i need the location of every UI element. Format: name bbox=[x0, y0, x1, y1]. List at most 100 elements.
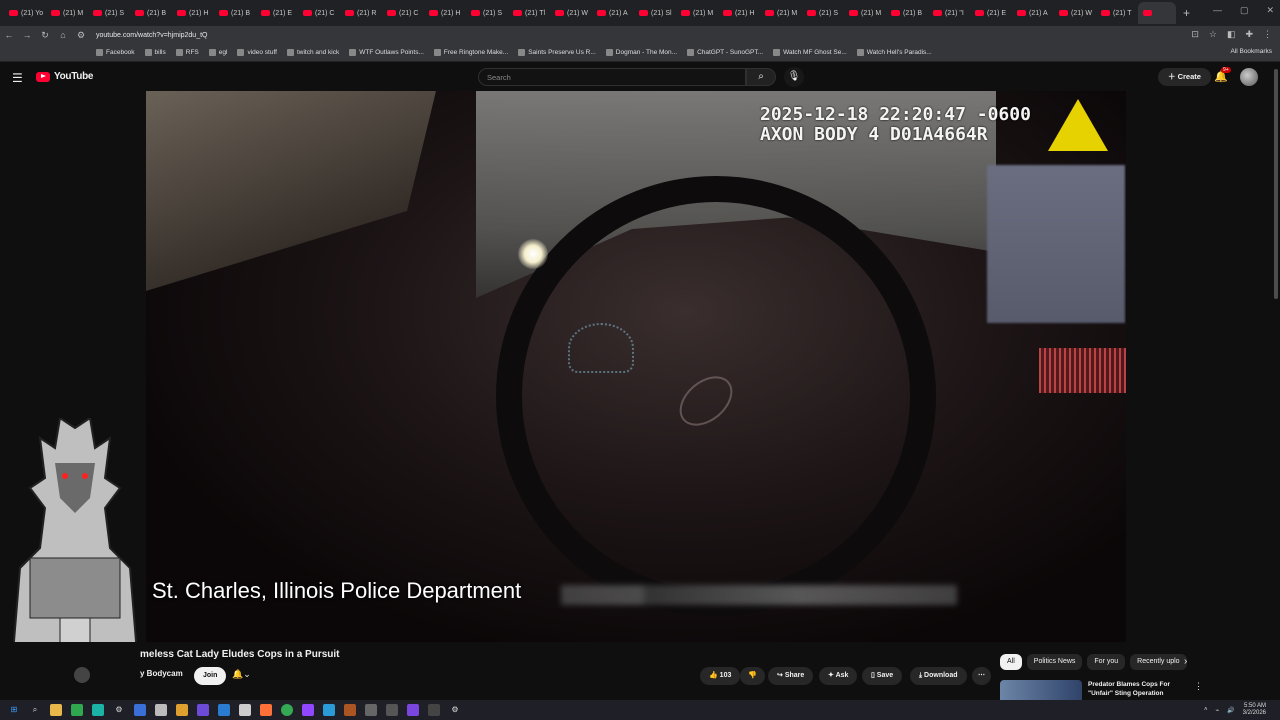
app-blue-icon[interactable] bbox=[134, 704, 146, 716]
firefox-icon[interactable] bbox=[260, 704, 272, 716]
browser-tab[interactable]: (21) A bbox=[1012, 2, 1053, 24]
browser-tab[interactable]: (21) Tl bbox=[508, 2, 549, 24]
youtube-logo[interactable]: YouTube bbox=[36, 71, 94, 82]
bookmark-item[interactable]: RFS bbox=[175, 49, 199, 56]
site-info-icon[interactable]: ⚙ bbox=[72, 30, 90, 41]
install-icon[interactable]: ⊡ bbox=[1191, 29, 1199, 40]
filter-chip[interactable]: For you bbox=[1087, 654, 1126, 670]
bookmark-item[interactable]: twitch and kick bbox=[286, 49, 339, 56]
browser-tab[interactable]: (21) H bbox=[172, 2, 213, 24]
app-dark-blue-icon[interactable] bbox=[218, 704, 230, 716]
recommended-video-title[interactable]: Predator Blames Cops For "Unfair" Sting … bbox=[1088, 680, 1188, 698]
like-button[interactable]: 👍 103 bbox=[700, 667, 741, 685]
recommended-more-icon[interactable]: ⋮ bbox=[1194, 681, 1203, 692]
extension-icon[interactable]: ◧ bbox=[1227, 29, 1236, 40]
twitch-icon[interactable] bbox=[302, 704, 314, 716]
browser-tab[interactable]: (21) M bbox=[760, 2, 801, 24]
edge-icon[interactable] bbox=[323, 704, 335, 716]
forward-icon[interactable]: → bbox=[18, 30, 36, 40]
app-brown-icon[interactable] bbox=[344, 704, 356, 716]
app-grey-icon[interactable] bbox=[155, 704, 167, 716]
browser-tab[interactable]: (21) Sl bbox=[634, 2, 675, 24]
app-violet-icon[interactable] bbox=[407, 704, 419, 716]
back-icon[interactable]: ← bbox=[0, 30, 18, 40]
bookmark-item[interactable]: Free Ringtone Make... bbox=[433, 49, 508, 56]
ask-button[interactable]: ✦ Ask bbox=[819, 667, 858, 685]
taskbar-search-icon[interactable]: ⌕ bbox=[29, 704, 41, 716]
download-button[interactable]: ⤓ Download bbox=[910, 667, 967, 685]
browser-tab[interactable]: (21) S bbox=[88, 2, 129, 24]
bookmark-item[interactable]: WTF Outlaws Points... bbox=[349, 49, 424, 56]
all-bookmarks-button[interactable]: All Bookmarks bbox=[1230, 48, 1272, 55]
browser-tab[interactable]: (21) C bbox=[298, 2, 339, 24]
create-button[interactable]: ＋ Create bbox=[1158, 68, 1211, 86]
app-charcoal-icon[interactable] bbox=[428, 704, 440, 716]
network-icon[interactable]: ⌁ bbox=[1216, 707, 1220, 714]
hamburger-menu-icon[interactable]: ☰ bbox=[12, 71, 23, 85]
dislike-button[interactable]: 👎 bbox=[740, 667, 765, 685]
home-icon[interactable]: ⌂ bbox=[54, 30, 72, 40]
browser-tab[interactable]: (21) R bbox=[340, 2, 381, 24]
browser-tab[interactable]: (21) H bbox=[718, 2, 759, 24]
menu-dots-icon[interactable]: ⋮ bbox=[1263, 29, 1272, 40]
settings-gear-icon[interactable]: ⚙ bbox=[113, 704, 125, 716]
voice-search-button[interactable]: 🎙 bbox=[784, 67, 804, 87]
windows-start-icon[interactable]: ⊞ bbox=[8, 704, 20, 716]
app-teal-icon[interactable] bbox=[92, 704, 104, 716]
app-green-icon[interactable] bbox=[71, 704, 83, 716]
browser-tab[interactable]: (21) "I bbox=[928, 2, 969, 24]
bookmark-item[interactable]: egl bbox=[208, 49, 227, 56]
browser-tab[interactable]: (21) A bbox=[592, 2, 633, 24]
page-scrollbar[interactable] bbox=[1272, 63, 1280, 699]
scrollbar-thumb[interactable] bbox=[1274, 69, 1278, 299]
search-input[interactable]: Search bbox=[478, 68, 746, 86]
app-dark-icon[interactable] bbox=[365, 704, 377, 716]
bookmark-item[interactable]: video stuff bbox=[237, 49, 277, 56]
browser-tab[interactable]: (21) M bbox=[46, 2, 87, 24]
share-button[interactable]: ↪ Share bbox=[768, 667, 814, 685]
video-player[interactable]: 2025-12-18 22:20:47 -0600 AXON BODY 4 D0… bbox=[146, 91, 1126, 642]
taskbar-gear-icon[interactable]: ⚙ bbox=[449, 704, 461, 716]
more-actions-button[interactable]: ⋯ bbox=[972, 667, 991, 685]
search-button[interactable]: ⌕ bbox=[746, 68, 776, 86]
puzzle-icon[interactable]: ✚ bbox=[1245, 29, 1253, 40]
url-field[interactable]: youtube.com/watch?v=hjmip2du_tQ bbox=[96, 32, 207, 39]
browser-tab[interactable]: (21) T bbox=[1096, 2, 1137, 24]
account-avatar[interactable] bbox=[1240, 68, 1258, 86]
browser-tab[interactable]: (21) E bbox=[256, 2, 297, 24]
join-button[interactable]: Join bbox=[194, 667, 227, 685]
browser-tab[interactable]: (21) B bbox=[886, 2, 927, 24]
minimize-icon[interactable]: — bbox=[1213, 5, 1222, 16]
filter-chip[interactable]: Politics News bbox=[1026, 654, 1083, 670]
browser-tab[interactable]: (21) C bbox=[382, 2, 423, 24]
tray-chevron-icon[interactable]: ˄ bbox=[1204, 707, 1208, 713]
chevron-right-icon[interactable]: › bbox=[1184, 656, 1187, 667]
bookmark-item[interactable]: Watch Hell's Paradis... bbox=[856, 49, 932, 56]
subscription-bell-icon[interactable]: 🔔⌄ bbox=[232, 669, 251, 680]
close-icon[interactable]: ✕ bbox=[1266, 5, 1274, 16]
notifications-button[interactable]: 🔔 9+ bbox=[1214, 67, 1231, 83]
browser-tab[interactable]: (21) B bbox=[130, 2, 171, 24]
reload-icon[interactable]: ↻ bbox=[36, 30, 54, 41]
chrome-icon[interactable] bbox=[281, 704, 293, 716]
browser-tab[interactable]: (21) S bbox=[466, 2, 507, 24]
bookmark-item[interactable]: Facebook bbox=[96, 49, 135, 56]
new-tab-button[interactable]: + bbox=[1183, 6, 1190, 20]
filter-chip[interactable]: Recently uplo bbox=[1130, 654, 1187, 670]
browser-tab[interactable]: (21) E bbox=[970, 2, 1011, 24]
app-light-icon[interactable] bbox=[239, 704, 251, 716]
volume-icon[interactable]: 🔊 bbox=[1227, 707, 1234, 714]
browser-tab[interactable]: (21) B bbox=[214, 2, 255, 24]
bookmark-item[interactable]: Watch MF Ghost Se... bbox=[773, 49, 847, 56]
browser-tab[interactable]: (21) H bbox=[424, 2, 465, 24]
channel-avatar[interactable] bbox=[74, 667, 90, 683]
app-purple-icon[interactable] bbox=[197, 704, 209, 716]
filter-chip[interactable]: All bbox=[1000, 654, 1022, 670]
channel-name[interactable]: y Bodycam bbox=[140, 669, 183, 678]
browser-tab[interactable]: (21) W bbox=[550, 2, 591, 24]
browser-tab[interactable]: (21) W bbox=[1054, 2, 1095, 24]
bookmark-item[interactable]: Saints Preserve Us R... bbox=[518, 49, 596, 56]
browser-tab[interactable]: (21) S bbox=[802, 2, 843, 24]
bookmark-item[interactable]: ChatGPT - SunoGPT... bbox=[687, 49, 763, 56]
bookmark-item[interactable]: Dogman - The Mon... bbox=[605, 49, 677, 56]
